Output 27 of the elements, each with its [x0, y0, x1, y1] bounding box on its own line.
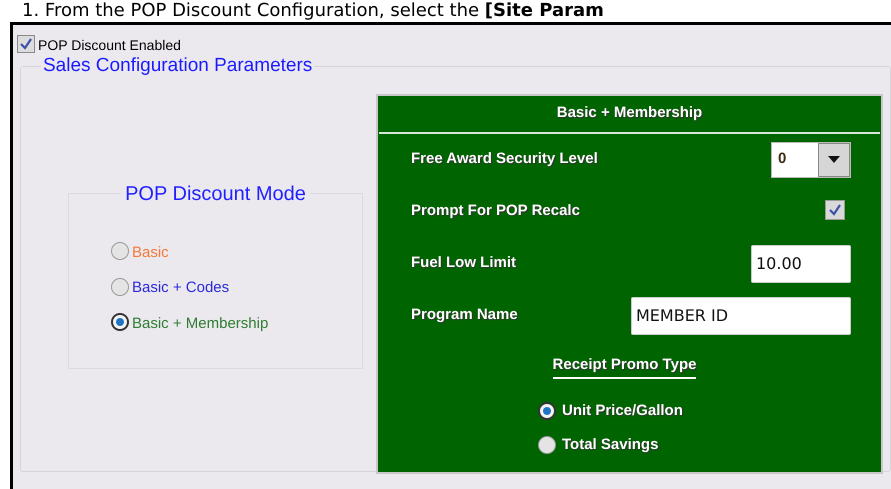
checkbox[interactable]: [17, 34, 35, 52]
radio-label: Total Savings: [562, 435, 658, 455]
radio-label: Basic: [132, 242, 169, 262]
field-label: Free Award Security Level: [411, 149, 598, 170]
input-field[interactable]: MEMBER ID: [631, 296, 851, 334]
field-label: Prompt For POP Recalc: [411, 201, 580, 222]
checkmark-icon: [828, 202, 842, 216]
instruction-text: 1. From the POP Discount Configuration, select the [Site Param: [22, 0, 604, 21]
dropdown[interactable]: 0: [771, 142, 851, 178]
radio-label: Basic + Codes: [132, 278, 230, 298]
group-title: POP Discount Mode: [124, 182, 307, 206]
radio-label: Unit Price/Gallon: [562, 400, 683, 420]
section-title: Receipt Promo Type: [552, 354, 696, 380]
radio-button[interactable]: [111, 313, 129, 332]
radio-label: Basic + Membership: [132, 314, 268, 334]
input-field[interactable]: 10.00: [751, 244, 851, 282]
field-label: Fuel Low Limit: [411, 253, 516, 274]
radio-button[interactable]: [538, 402, 556, 420]
radio-button[interactable]: [538, 436, 556, 454]
checkmark-icon: [19, 36, 33, 50]
radio-button[interactable]: [111, 278, 129, 296]
section-title: Sales Configuration Parameters: [42, 54, 314, 78]
checkbox-label: POP Discount Enabled: [38, 36, 181, 55]
field-label: Program Name: [411, 305, 518, 326]
radio-button[interactable]: [111, 242, 129, 260]
checkbox[interactable]: [825, 200, 845, 220]
panel-title: Basic + Membership: [556, 103, 702, 124]
